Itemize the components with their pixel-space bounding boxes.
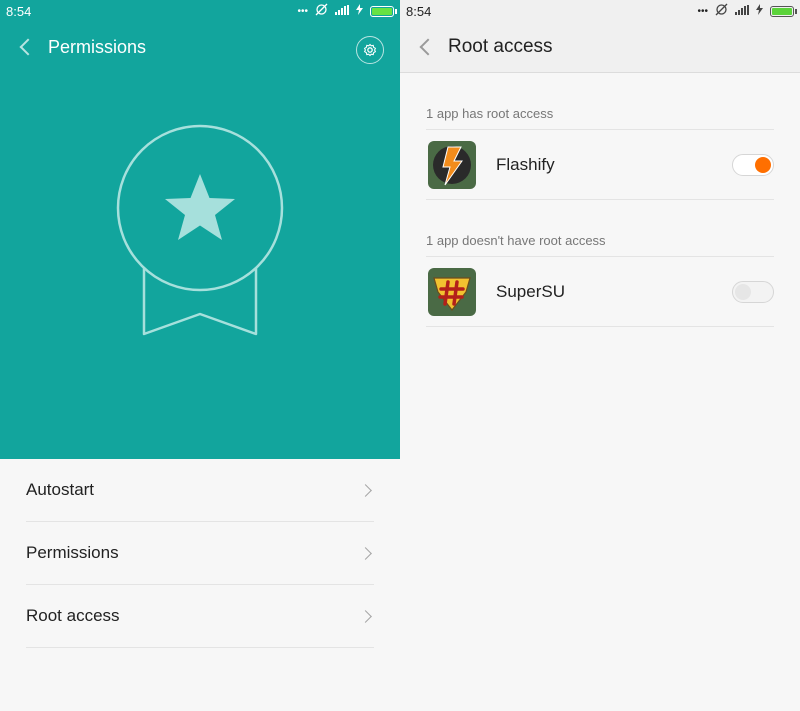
charging-icon bbox=[356, 4, 363, 18]
permissions-screen: 8:54 ••• Permissions Autostart Permissio… bbox=[0, 0, 400, 711]
root-toggle-supersu[interactable] bbox=[732, 280, 774, 303]
battery-icon bbox=[370, 5, 397, 17]
app-name: SuperSU bbox=[496, 281, 565, 301]
sync-off-icon bbox=[715, 3, 728, 19]
more-icon: ••• bbox=[297, 5, 308, 17]
permissions-header: Permissions bbox=[0, 22, 400, 72]
page-title: Root access bbox=[448, 36, 553, 57]
status-time: 8:54 bbox=[6, 3, 32, 19]
status-icons: ••• bbox=[297, 3, 397, 19]
signal-icon bbox=[335, 4, 349, 18]
app-row-supersu[interactable]: SuperSU bbox=[426, 257, 774, 327]
more-icon: ••• bbox=[697, 5, 708, 17]
root-access-list: 1 app has root access Flashify 1 app doe… bbox=[400, 73, 800, 327]
charging-icon bbox=[756, 4, 763, 18]
root-access-screen: 8:54 ••• Root access 1 app has root acce… bbox=[400, 0, 800, 711]
back-chevron-icon[interactable] bbox=[19, 38, 37, 56]
status-bar: 8:54 ••• bbox=[400, 0, 800, 22]
app-name: Flashify bbox=[496, 154, 555, 174]
signal-icon bbox=[735, 4, 749, 18]
supersu-icon bbox=[428, 267, 476, 316]
root-access-header: Root access bbox=[400, 22, 800, 73]
section-label-granted: 1 app has root access bbox=[426, 73, 774, 130]
permissions-menu: Autostart Permissions Root access bbox=[0, 459, 400, 648]
gear-icon[interactable] bbox=[356, 36, 384, 64]
menu-item-label: Autostart bbox=[26, 480, 95, 499]
page-title: Permissions bbox=[48, 36, 147, 57]
chevron-right-icon bbox=[359, 609, 372, 623]
menu-item-autostart[interactable]: Autostart bbox=[26, 459, 374, 522]
badge-star-icon bbox=[114, 124, 286, 338]
chevron-right-icon bbox=[359, 546, 372, 560]
menu-item-label: Root access bbox=[26, 606, 120, 625]
menu-item-permissions[interactable]: Permissions bbox=[26, 522, 374, 585]
menu-item-root-access[interactable]: Root access bbox=[26, 585, 374, 648]
chevron-right-icon bbox=[359, 483, 372, 497]
section-label-denied: 1 app doesn't have root access bbox=[426, 200, 774, 257]
battery-icon bbox=[770, 5, 797, 17]
app-row-flashify[interactable]: Flashify bbox=[426, 130, 774, 200]
sync-off-icon bbox=[315, 3, 328, 19]
status-bar: 8:54 ••• bbox=[0, 0, 400, 22]
back-chevron-icon[interactable] bbox=[419, 38, 437, 56]
permissions-hero: 8:54 ••• Permissions bbox=[0, 0, 400, 459]
menu-item-label: Permissions bbox=[26, 543, 119, 562]
status-time: 8:54 bbox=[406, 3, 432, 19]
status-icons: ••• bbox=[697, 3, 797, 19]
root-toggle-flashify[interactable] bbox=[732, 153, 774, 176]
flashify-icon bbox=[428, 140, 476, 189]
